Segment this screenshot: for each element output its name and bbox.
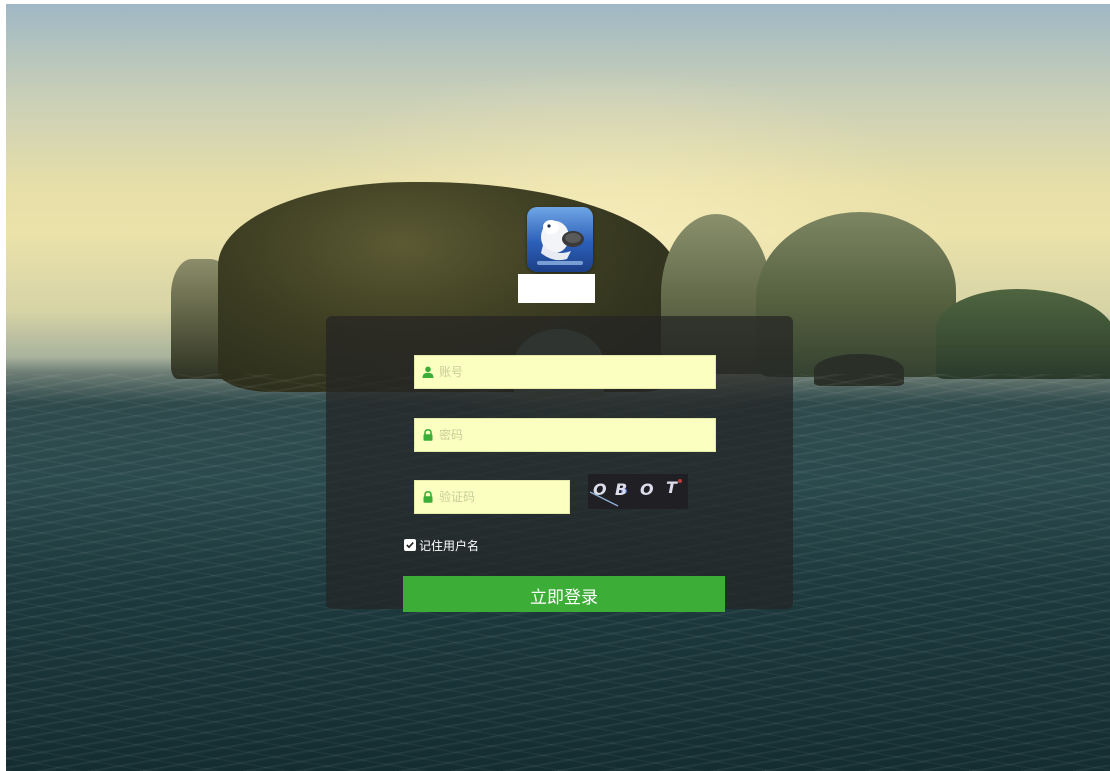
user-icon <box>422 366 434 378</box>
captcha-field[interactable] <box>414 480 570 514</box>
password-input[interactable] <box>439 419 709 451</box>
username-field[interactable] <box>414 355 716 389</box>
captcha-char-1: O <box>593 480 607 499</box>
lock-icon <box>423 429 433 441</box>
checkbox-checked-icon[interactable] <box>404 539 416 551</box>
login-page: O B O T 记住用户名 立即登录 <box>0 0 1110 771</box>
captcha-char-3: O <box>640 480 654 499</box>
lock-icon <box>423 491 433 503</box>
rock-right-3 <box>936 289 1110 379</box>
username-input[interactable] <box>439 356 709 388</box>
remember-username-label: 记住用户名 <box>419 538 480 553</box>
login-button[interactable]: 立即登录 <box>403 576 725 612</box>
remember-username-checkbox[interactable]: 记住用户名 <box>404 537 479 553</box>
password-field[interactable] <box>414 418 716 452</box>
app-title-box <box>518 274 595 303</box>
captcha-image[interactable]: O B O T <box>588 474 688 509</box>
captcha-input[interactable] <box>439 481 564 513</box>
captcha-char-4: T <box>666 478 678 497</box>
app-logo <box>527 207 593 272</box>
captcha-char-2: B <box>615 480 627 499</box>
